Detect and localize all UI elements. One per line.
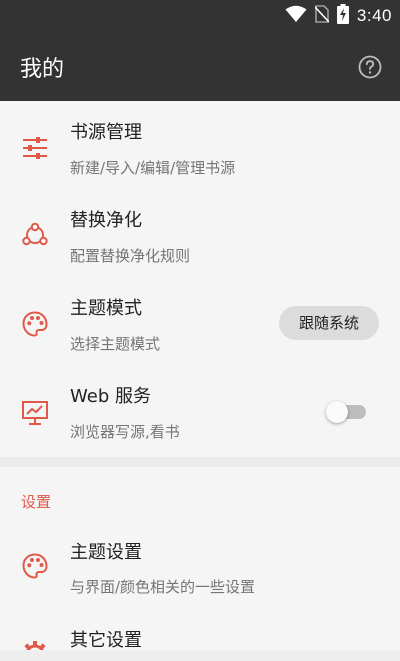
switch-thumb <box>326 401 348 423</box>
web-service-switch[interactable] <box>326 401 368 423</box>
share-nodes-icon <box>21 222 49 250</box>
list-item-web-service[interactable]: Web 服务 浏览器写源,看书 <box>0 368 400 456</box>
status-time: 3:40 <box>356 6 392 25</box>
item-title: Web 服务 <box>70 386 151 407</box>
item-title: 其它设置 <box>70 630 142 650</box>
item-subtitle: 新建/导入/编辑/管理书源 <box>70 159 236 177</box>
app-bar: 我的 <box>0 33 400 101</box>
item-subtitle: 与界面/颜色相关的一些设置 <box>70 578 256 596</box>
wifi-icon <box>285 5 307 27</box>
monitor-chart-icon <box>21 399 49 427</box>
status-bar: 3:40 <box>0 0 400 33</box>
palette-icon <box>21 310 49 338</box>
battery-charging-icon <box>336 4 349 28</box>
page-title: 我的 <box>20 57 65 82</box>
help-button[interactable] <box>358 55 382 79</box>
bottom-edge <box>0 650 400 661</box>
list-item-theme-mode[interactable]: 主题模式 选择主题模式 跟随系统 <box>0 280 400 368</box>
settings-section-title: 设置 <box>21 493 52 511</box>
list-item-other-settings[interactable]: 其它设置 <box>0 616 400 650</box>
theme-mode-dropdown[interactable]: 跟随系统 <box>279 306 379 340</box>
item-subtitle: 配置替换净化规则 <box>70 247 191 265</box>
list-item-theme-settings[interactable]: 主题设置 与界面/颜色相关的一些设置 <box>0 528 400 616</box>
sliders-icon <box>21 134 49 162</box>
item-title: 主题模式 <box>70 298 142 319</box>
item-title: 书源管理 <box>70 122 142 143</box>
item-title: 主题设置 <box>70 542 142 563</box>
list-item-book-source[interactable]: 书源管理 新建/导入/编辑/管理书源 <box>0 104 400 192</box>
gear-icon <box>21 640 49 650</box>
no-sim-icon <box>314 5 330 27</box>
palette-icon <box>21 552 49 580</box>
list-item-replace-purify[interactable]: 替换净化 配置替换净化规则 <box>0 192 400 280</box>
item-subtitle: 选择主题模式 <box>70 335 161 353</box>
section-divider <box>0 457 400 467</box>
help-circle-icon <box>358 55 382 83</box>
status-icons: 3:40 <box>285 4 392 28</box>
item-subtitle: 浏览器写源,看书 <box>70 423 180 441</box>
item-title: 替换净化 <box>70 210 142 231</box>
